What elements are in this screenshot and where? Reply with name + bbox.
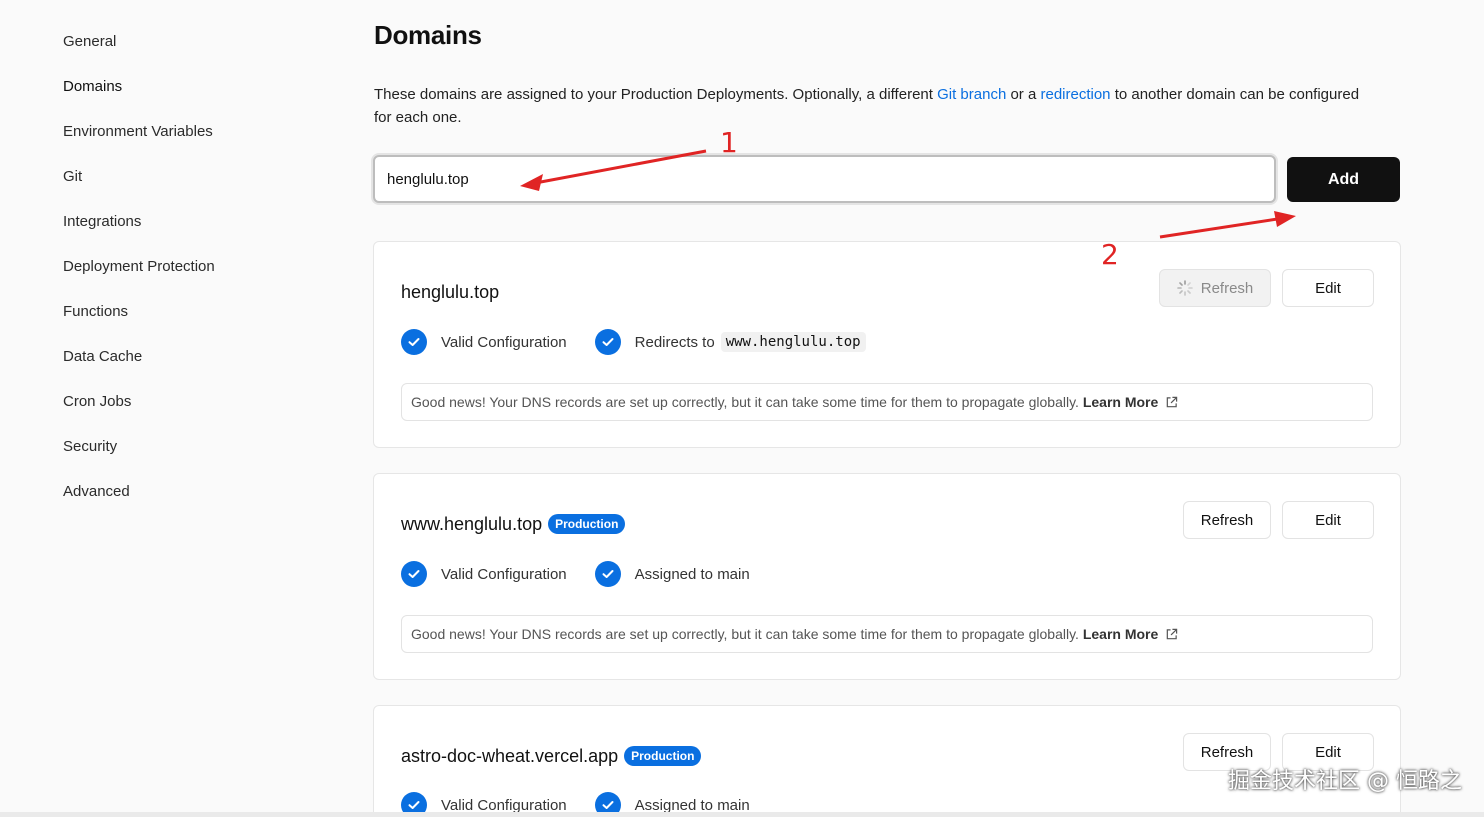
sidebar-item-domains[interactable]: Domains	[63, 76, 122, 98]
annotation-number-1: 1	[720, 126, 738, 159]
sidebar-item-advanced[interactable]: Advanced	[63, 481, 130, 503]
external-link-icon	[1166, 628, 1178, 640]
description-text: or a	[1006, 86, 1041, 103]
status-valid-configuration: Valid Configuration	[441, 565, 567, 583]
domain-card: www.henglulu.top Production Refresh Edit …	[373, 473, 1401, 680]
domain-name[interactable]: astro-doc-wheat.vercel.app Production	[401, 746, 702, 767]
page-description: These domains are assigned to your Produ…	[374, 83, 1374, 129]
learn-more-link[interactable]: Learn More	[1083, 394, 1178, 410]
check-circle-icon	[401, 561, 427, 587]
loading-spinner-icon	[1176, 279, 1193, 296]
status-assigned: Assigned to main	[634, 796, 750, 814]
settings-sidebar: General Domains Environment Variables Gi…	[0, 0, 330, 817]
domain-card: henglulu.top Refresh Edit Valid Configur…	[373, 241, 1401, 448]
sidebar-item-deployment-protection[interactable]: Deployment Protection	[63, 256, 215, 278]
status-redirects: Redirects to	[634, 333, 715, 351]
sidebar-item-data-cache[interactable]: Data Cache	[63, 346, 142, 368]
production-badge: Production	[624, 746, 702, 766]
check-circle-icon	[594, 561, 621, 587]
status-row: Valid Configuration Assigned to main	[401, 561, 750, 587]
dns-info-box: Good news! Your DNS records are set up c…	[401, 383, 1373, 421]
annotation-number-2: 2	[1101, 238, 1119, 271]
add-button[interactable]: Add	[1287, 157, 1400, 202]
redirection-link[interactable]: redirection	[1040, 86, 1110, 103]
check-circle-icon	[594, 329, 621, 355]
sidebar-item-cron-jobs[interactable]: Cron Jobs	[63, 391, 131, 413]
domain-name-text: astro-doc-wheat.vercel.app	[401, 746, 619, 766]
watermark: 掘金技术社区 @ 恒路之	[1228, 769, 1462, 794]
domain-card: astro-doc-wheat.vercel.app Production Ref…	[373, 705, 1401, 817]
git-branch-link[interactable]: Git branch	[937, 86, 1006, 103]
refresh-button[interactable]: Refresh	[1159, 269, 1271, 307]
sidebar-item-general[interactable]: General	[63, 31, 116, 53]
domain-name[interactable]: www.henglulu.top Production	[401, 514, 626, 535]
sidebar-item-git[interactable]: Git	[63, 166, 82, 188]
sidebar-item-functions[interactable]: Functions	[63, 301, 128, 323]
domain-name-text: henglulu.top	[401, 282, 500, 302]
sidebar-item-integrations[interactable]: Integrations	[63, 211, 141, 233]
edit-button[interactable]: Edit	[1282, 269, 1374, 307]
domain-name[interactable]: henglulu.top	[401, 282, 499, 303]
status-row: Valid Configuration Redirects to www.hen…	[401, 329, 866, 355]
external-link-icon	[1166, 396, 1178, 408]
dns-info-box: Good news! Your DNS records are set up c…	[401, 615, 1373, 653]
sidebar-item-security[interactable]: Security	[63, 436, 117, 458]
status-valid-configuration: Valid Configuration	[441, 333, 567, 351]
refresh-label: Refresh	[1200, 279, 1254, 297]
edit-button[interactable]: Edit	[1282, 501, 1374, 539]
description-text: These domains are assigned to your Produ…	[374, 86, 938, 103]
dns-info-text: Good news! Your DNS records are set up c…	[411, 394, 1079, 410]
status-assigned: Assigned to main	[634, 565, 750, 583]
refresh-button[interactable]: Refresh	[1183, 501, 1271, 539]
domain-name-text: www.henglulu.top	[401, 514, 543, 534]
redirect-target: www.henglulu.top	[720, 332, 866, 352]
domains-main: Domains These domains are assigned to yo…	[373, 0, 1401, 817]
domain-input[interactable]	[373, 155, 1276, 203]
production-badge: Production	[548, 514, 626, 534]
learn-more-link[interactable]: Learn More	[1083, 626, 1178, 642]
status-valid-configuration: Valid Configuration	[441, 796, 567, 814]
bottom-divider	[0, 812, 1484, 817]
page-title: Domains	[374, 20, 482, 50]
dns-info-text: Good news! Your DNS records are set up c…	[411, 626, 1079, 642]
sidebar-item-environment-variables[interactable]: Environment Variables	[63, 121, 213, 143]
check-circle-icon	[401, 329, 427, 355]
